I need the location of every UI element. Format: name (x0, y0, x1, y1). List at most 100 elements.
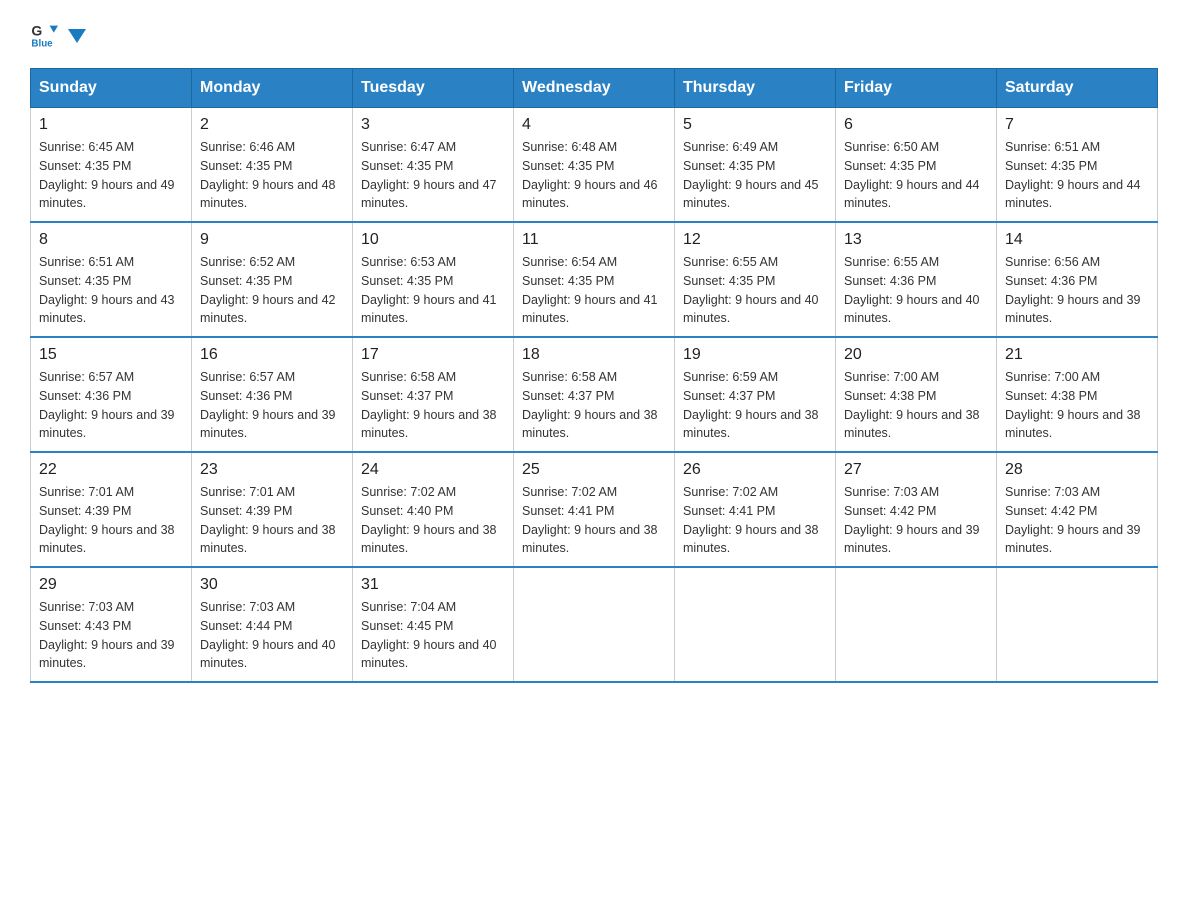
calendar-cell: 23 Sunrise: 7:01 AM Sunset: 4:39 PM Dayl… (192, 452, 353, 567)
day-number: 9 (200, 231, 344, 249)
calendar-cell: 6 Sunrise: 6:50 AM Sunset: 4:35 PM Dayli… (836, 108, 997, 223)
day-number: 22 (39, 461, 183, 479)
day-info: Sunrise: 7:00 AM Sunset: 4:38 PM Dayligh… (1005, 368, 1149, 443)
day-number: 8 (39, 231, 183, 249)
day-info: Sunrise: 7:01 AM Sunset: 4:39 PM Dayligh… (39, 483, 183, 558)
day-number: 29 (39, 576, 183, 594)
calendar-cell: 2 Sunrise: 6:46 AM Sunset: 4:35 PM Dayli… (192, 108, 353, 223)
calendar-week-row: 15 Sunrise: 6:57 AM Sunset: 4:36 PM Dayl… (31, 337, 1158, 452)
day-number: 24 (361, 461, 505, 479)
day-info: Sunrise: 7:03 AM Sunset: 4:42 PM Dayligh… (844, 483, 988, 558)
day-info: Sunrise: 7:02 AM Sunset: 4:40 PM Dayligh… (361, 483, 505, 558)
calendar-cell: 4 Sunrise: 6:48 AM Sunset: 4:35 PM Dayli… (514, 108, 675, 223)
calendar-cell: 26 Sunrise: 7:02 AM Sunset: 4:41 PM Dayl… (675, 452, 836, 567)
day-info: Sunrise: 6:47 AM Sunset: 4:35 PM Dayligh… (361, 138, 505, 213)
page-header: G Blue (30, 20, 1158, 48)
day-info: Sunrise: 6:46 AM Sunset: 4:35 PM Dayligh… (200, 138, 344, 213)
day-info: Sunrise: 6:57 AM Sunset: 4:36 PM Dayligh… (200, 368, 344, 443)
calendar-cell: 9 Sunrise: 6:52 AM Sunset: 4:35 PM Dayli… (192, 222, 353, 337)
calendar-cell (836, 567, 997, 682)
calendar-cell (997, 567, 1158, 682)
day-info: Sunrise: 6:57 AM Sunset: 4:36 PM Dayligh… (39, 368, 183, 443)
day-info: Sunrise: 7:02 AM Sunset: 4:41 PM Dayligh… (683, 483, 827, 558)
day-info: Sunrise: 6:56 AM Sunset: 4:36 PM Dayligh… (1005, 253, 1149, 328)
day-info: Sunrise: 6:54 AM Sunset: 4:35 PM Dayligh… (522, 253, 666, 328)
weekday-header-sunday: Sunday (31, 69, 192, 108)
day-number: 26 (683, 461, 827, 479)
day-number: 21 (1005, 346, 1149, 364)
day-number: 23 (200, 461, 344, 479)
day-info: Sunrise: 6:58 AM Sunset: 4:37 PM Dayligh… (522, 368, 666, 443)
weekday-header-thursday: Thursday (675, 69, 836, 108)
day-info: Sunrise: 6:55 AM Sunset: 4:36 PM Dayligh… (844, 253, 988, 328)
day-info: Sunrise: 7:01 AM Sunset: 4:39 PM Dayligh… (200, 483, 344, 558)
day-number: 11 (522, 231, 666, 249)
day-number: 28 (1005, 461, 1149, 479)
day-number: 31 (361, 576, 505, 594)
svg-text:Blue: Blue (31, 39, 53, 48)
day-info: Sunrise: 6:51 AM Sunset: 4:35 PM Dayligh… (1005, 138, 1149, 213)
calendar-cell: 25 Sunrise: 7:02 AM Sunset: 4:41 PM Dayl… (514, 452, 675, 567)
calendar-cell: 7 Sunrise: 6:51 AM Sunset: 4:35 PM Dayli… (997, 108, 1158, 223)
day-number: 5 (683, 116, 827, 134)
calendar-cell: 29 Sunrise: 7:03 AM Sunset: 4:43 PM Dayl… (31, 567, 192, 682)
day-number: 4 (522, 116, 666, 134)
day-number: 19 (683, 346, 827, 364)
calendar-cell: 24 Sunrise: 7:02 AM Sunset: 4:40 PM Dayl… (353, 452, 514, 567)
calendar-cell: 11 Sunrise: 6:54 AM Sunset: 4:35 PM Dayl… (514, 222, 675, 337)
day-number: 2 (200, 116, 344, 134)
day-info: Sunrise: 6:59 AM Sunset: 4:37 PM Dayligh… (683, 368, 827, 443)
day-number: 16 (200, 346, 344, 364)
day-info: Sunrise: 7:03 AM Sunset: 4:42 PM Dayligh… (1005, 483, 1149, 558)
weekday-header-friday: Friday (836, 69, 997, 108)
day-info: Sunrise: 6:45 AM Sunset: 4:35 PM Dayligh… (39, 138, 183, 213)
day-info: Sunrise: 6:53 AM Sunset: 4:35 PM Dayligh… (361, 253, 505, 328)
logo: G Blue (30, 20, 86, 48)
calendar-cell: 31 Sunrise: 7:04 AM Sunset: 4:45 PM Dayl… (353, 567, 514, 682)
day-number: 1 (39, 116, 183, 134)
day-number: 6 (844, 116, 988, 134)
calendar-cell: 30 Sunrise: 7:03 AM Sunset: 4:44 PM Dayl… (192, 567, 353, 682)
weekday-header-saturday: Saturday (997, 69, 1158, 108)
calendar-week-row: 8 Sunrise: 6:51 AM Sunset: 4:35 PM Dayli… (31, 222, 1158, 337)
calendar-week-row: 22 Sunrise: 7:01 AM Sunset: 4:39 PM Dayl… (31, 452, 1158, 567)
calendar-week-row: 1 Sunrise: 6:45 AM Sunset: 4:35 PM Dayli… (31, 108, 1158, 223)
calendar-cell: 17 Sunrise: 6:58 AM Sunset: 4:37 PM Dayl… (353, 337, 514, 452)
day-number: 25 (522, 461, 666, 479)
calendar-cell: 27 Sunrise: 7:03 AM Sunset: 4:42 PM Dayl… (836, 452, 997, 567)
calendar-cell: 16 Sunrise: 6:57 AM Sunset: 4:36 PM Dayl… (192, 337, 353, 452)
calendar-cell (514, 567, 675, 682)
calendar-cell: 8 Sunrise: 6:51 AM Sunset: 4:35 PM Dayli… (31, 222, 192, 337)
calendar-cell (675, 567, 836, 682)
day-info: Sunrise: 7:03 AM Sunset: 4:43 PM Dayligh… (39, 598, 183, 673)
calendar-cell: 19 Sunrise: 6:59 AM Sunset: 4:37 PM Dayl… (675, 337, 836, 452)
weekday-header-monday: Monday (192, 69, 353, 108)
day-number: 3 (361, 116, 505, 134)
day-number: 17 (361, 346, 505, 364)
calendar-week-row: 29 Sunrise: 7:03 AM Sunset: 4:43 PM Dayl… (31, 567, 1158, 682)
day-number: 18 (522, 346, 666, 364)
calendar-cell: 18 Sunrise: 6:58 AM Sunset: 4:37 PM Dayl… (514, 337, 675, 452)
day-number: 12 (683, 231, 827, 249)
calendar-cell: 22 Sunrise: 7:01 AM Sunset: 4:39 PM Dayl… (31, 452, 192, 567)
calendar-table: SundayMondayTuesdayWednesdayThursdayFrid… (30, 68, 1158, 683)
calendar-cell: 5 Sunrise: 6:49 AM Sunset: 4:35 PM Dayli… (675, 108, 836, 223)
calendar-cell: 13 Sunrise: 6:55 AM Sunset: 4:36 PM Dayl… (836, 222, 997, 337)
logo-triangle-icon (64, 25, 86, 47)
day-number: 14 (1005, 231, 1149, 249)
calendar-cell: 3 Sunrise: 6:47 AM Sunset: 4:35 PM Dayli… (353, 108, 514, 223)
day-info: Sunrise: 7:00 AM Sunset: 4:38 PM Dayligh… (844, 368, 988, 443)
weekday-header-row: SundayMondayTuesdayWednesdayThursdayFrid… (31, 69, 1158, 108)
calendar-cell: 20 Sunrise: 7:00 AM Sunset: 4:38 PM Dayl… (836, 337, 997, 452)
day-info: Sunrise: 6:51 AM Sunset: 4:35 PM Dayligh… (39, 253, 183, 328)
day-info: Sunrise: 6:55 AM Sunset: 4:35 PM Dayligh… (683, 253, 827, 328)
day-info: Sunrise: 6:52 AM Sunset: 4:35 PM Dayligh… (200, 253, 344, 328)
day-number: 20 (844, 346, 988, 364)
calendar-cell: 15 Sunrise: 6:57 AM Sunset: 4:36 PM Dayl… (31, 337, 192, 452)
calendar-cell: 12 Sunrise: 6:55 AM Sunset: 4:35 PM Dayl… (675, 222, 836, 337)
day-number: 27 (844, 461, 988, 479)
day-info: Sunrise: 7:04 AM Sunset: 4:45 PM Dayligh… (361, 598, 505, 673)
day-number: 13 (844, 231, 988, 249)
calendar-cell: 21 Sunrise: 7:00 AM Sunset: 4:38 PM Dayl… (997, 337, 1158, 452)
svg-text:G: G (31, 22, 42, 38)
